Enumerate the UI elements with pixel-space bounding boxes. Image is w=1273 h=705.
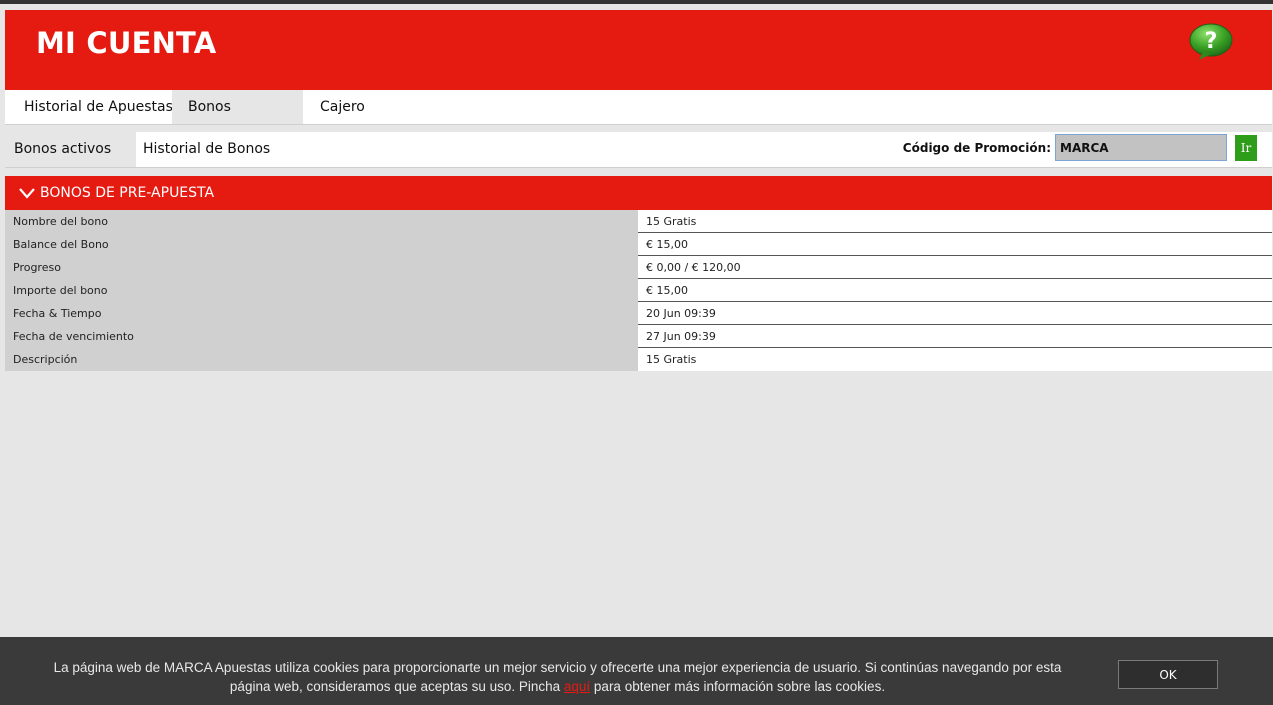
question-bubble-icon[interactable]: ? bbox=[1189, 23, 1233, 61]
table-row: Fecha & Tiempo 20 Jun 09:39 bbox=[5, 302, 1272, 325]
row-key: Fecha de vencimiento bbox=[5, 325, 638, 348]
promo-code-label: Código de Promoción: bbox=[902, 141, 1051, 155]
main-tabs: Historial de Apuestas Bonos Cajero bbox=[5, 90, 1272, 125]
row-key: Importe del bono bbox=[5, 279, 638, 302]
row-key: Progreso bbox=[5, 256, 638, 279]
row-value: € 15,00 bbox=[638, 279, 1272, 302]
row-key: Nombre del bono bbox=[5, 210, 638, 233]
cookie-banner: La página web de MARCA Apuestas utiliza … bbox=[0, 637, 1273, 705]
row-key: Descripción bbox=[5, 348, 638, 371]
table-row: Descripción 15 Gratis bbox=[5, 348, 1272, 371]
table-row: Nombre del bono 15 Gratis bbox=[5, 210, 1272, 233]
top-border bbox=[0, 0, 1273, 4]
promo-code-input[interactable] bbox=[1055, 134, 1227, 161]
row-value: € 15,00 bbox=[638, 233, 1272, 256]
subtab-bonos-activos[interactable]: Bonos activos bbox=[5, 132, 136, 167]
row-key: Balance del Bono bbox=[5, 233, 638, 256]
row-key: Fecha & Tiempo bbox=[5, 302, 638, 325]
tab-historial-apuestas[interactable]: Historial de Apuestas bbox=[24, 90, 173, 124]
cookie-info-link[interactable]: aquí bbox=[564, 679, 590, 694]
promo-go-button[interactable]: Ir bbox=[1235, 135, 1257, 161]
section-title: BONOS DE PRE-APUESTA bbox=[40, 185, 215, 201]
row-value: € 0,00 / € 120,00 bbox=[638, 256, 1272, 279]
row-value: 27 Jun 09:39 bbox=[638, 325, 1272, 348]
row-value: 20 Jun 09:39 bbox=[638, 302, 1272, 325]
row-value: 15 Gratis bbox=[638, 348, 1272, 371]
row-value: 15 Gratis bbox=[638, 210, 1272, 233]
subtab-historial-bonos[interactable]: Historial de Bonos bbox=[143, 132, 270, 167]
svg-text:?: ? bbox=[1205, 29, 1218, 54]
chevron-down-icon bbox=[19, 188, 35, 199]
cookie-message: La página web de MARCA Apuestas utiliza … bbox=[53, 660, 1062, 694]
table-row: Importe del bono € 15,00 bbox=[5, 279, 1272, 302]
bonus-details-table: Nombre del bono 15 Gratis Balance del Bo… bbox=[5, 210, 1272, 371]
section-header-pre-apuesta[interactable]: BONOS DE PRE-APUESTA bbox=[5, 176, 1272, 210]
table-row: Fecha de vencimiento 27 Jun 09:39 bbox=[5, 325, 1272, 348]
tab-cajero[interactable]: Cajero bbox=[320, 90, 365, 124]
page-title: MI CUENTA bbox=[36, 26, 217, 60]
bonus-subtabs: Bonos activos Historial de Bonos Código … bbox=[5, 132, 1272, 168]
tab-bonos[interactable]: Bonos bbox=[172, 90, 303, 124]
account-header: MI CUENTA ? bbox=[5, 10, 1272, 90]
table-row: Progreso € 0,00 / € 120,00 bbox=[5, 256, 1272, 279]
table-row: Balance del Bono € 15,00 bbox=[5, 233, 1272, 256]
cookie-ok-button[interactable]: OK bbox=[1118, 660, 1218, 689]
